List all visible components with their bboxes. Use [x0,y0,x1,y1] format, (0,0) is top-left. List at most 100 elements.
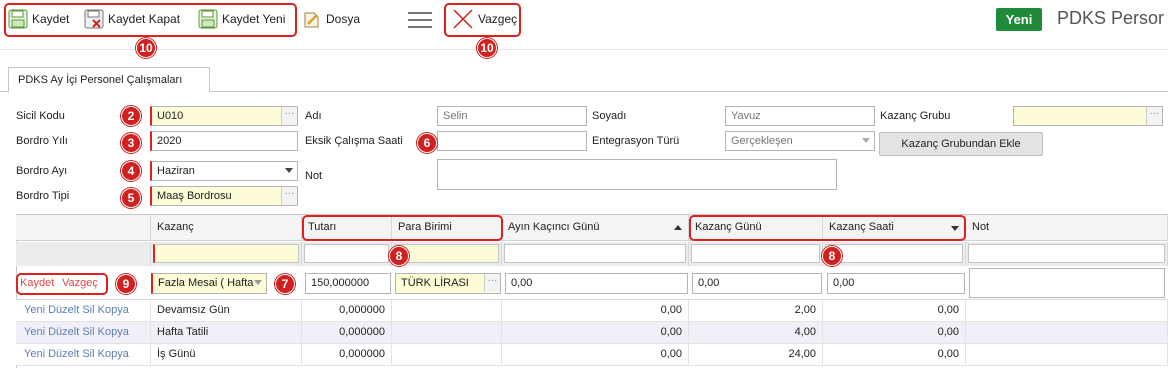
cell-ayin: 0,00 [502,300,689,321]
filter-ayin-input[interactable] [504,244,686,263]
eksik-label: Eksik Çalışma Saati [305,135,403,147]
cell-not [966,300,1168,321]
cell-kazanc: Hafta Tatili [151,322,302,343]
cell-kazanc: Devamsız Gün [151,300,302,321]
filter-cell-tutari [302,242,392,266]
row-copy-link[interactable]: Kopya [98,348,129,360]
column-header-actions [16,215,151,241]
kazanc-grubu-label: Kazanç Grubu [880,110,951,122]
edit-ayin-input[interactable]: 0,00 [505,273,688,294]
kazanc-grubu-field[interactable]: ··· [1013,106,1163,126]
file-button[interactable]: Dosya [302,8,360,30]
cell-ayin: 0,00 [502,344,689,365]
tab-personel-calismalari[interactable]: PDKS Ay İçi Personel Çalışmaları [8,67,210,93]
row-edit-link[interactable]: Düzelt [48,304,79,316]
not-label: Not [305,170,323,182]
cell-kazanc-gunu: 24,00 [689,344,823,365]
table-row[interactable]: Yeni Düzelt Sil Kopya Hafta Tatili 0,000… [16,322,1168,344]
chevron-down-icon [285,168,293,173]
yil-label: Bordro Yılı [16,135,68,147]
ay-select[interactable]: Haziran [150,161,298,181]
lookup-icon[interactable]: ··· [1146,107,1162,125]
not-textarea[interactable] [437,159,837,190]
edit-not-textarea[interactable] [969,268,1165,298]
cell-tutar: 0,000000 [302,322,392,343]
adi-field[interactable]: Selin [437,106,587,126]
file-icon [304,12,319,28]
cell-para [392,300,502,321]
row-delete-link[interactable]: Sil [82,348,94,360]
annotation-badge-8-day-hour: 8 [822,246,842,266]
edit-kazanc-gunu-input[interactable]: 0,00 [692,273,822,294]
filter-kazanc-saati-input[interactable] [825,244,963,263]
new-badge-button[interactable]: Yeni [996,8,1042,31]
lookup-icon[interactable]: ··· [484,274,500,292]
annotation-badge-2: 2 [121,106,141,126]
annotation-badge-9: 9 [116,274,136,294]
filter-cell-actions [16,242,151,266]
ay-label: Bordro Ayı [16,165,68,177]
cell-not [966,322,1168,343]
row-delete-link[interactable]: Sil [82,304,94,316]
eksik-field[interactable] [437,131,587,151]
row-new-link[interactable]: Yeni [24,348,45,360]
annotation-box-8-day-hour [689,215,966,241]
edit-tutar-input[interactable]: 150,000000 [305,273,391,294]
edit-kazanc-select[interactable]: Fazla Mesai ( Hafta [151,273,267,294]
lookup-icon[interactable]: ··· [281,187,297,205]
cell-para [392,344,502,365]
table-row[interactable]: Yeni Düzelt Sil Kopya Devamsız Gün 0,000… [16,300,1168,322]
app-title: PDKS Persor [1057,8,1165,28]
row-new-link[interactable]: Yeni [24,326,45,338]
table-row[interactable]: Yeni Düzelt Sil Kopya İş Günü 0,000000 0… [16,344,1168,366]
row-actions: Yeni Düzelt Sil Kopya [16,344,151,365]
edit-kazanc-saati-input[interactable]: 0,00 [827,273,965,294]
row-copy-link[interactable]: Kopya [98,326,129,338]
soyadi-field[interactable]: Yavuz [725,106,875,126]
filter-tutari-input[interactable] [304,244,389,263]
yil-field[interactable]: 2020 [150,131,298,151]
annotation-badge-10-save: 10 [136,38,156,58]
column-header-ayin-kacinci-gunu[interactable]: Ayın Kaçıncı Günü [502,215,689,241]
annotation-badge-8-amount: 8 [389,246,409,266]
row-actions: Yeni Düzelt Sil Kopya [16,300,151,321]
cell-para [392,322,502,343]
annotation-box-10-cancel [444,3,521,37]
soyadi-label: Soyadı [592,110,627,122]
filter-kazanc-gunu-input[interactable] [691,244,820,263]
annotation-badge-10-cancel: 10 [477,38,497,58]
entegrasyon-label: Entegrasyon Türü [592,135,680,147]
edit-para-field[interactable]: TÜRK LİRASI ··· [395,273,501,294]
kazanc-ekle-button[interactable]: Kazanç Grubundan Ekle [879,132,1043,156]
lookup-icon[interactable]: ··· [281,107,297,125]
file-label: Dosya [326,12,361,26]
column-header-not[interactable]: Not [966,215,1168,241]
sicil-value: U010 [157,110,184,122]
row-actions: Yeni Düzelt Sil Kopya [16,322,151,343]
filter-cell-kazanc-saati [823,242,966,266]
filter-not-input[interactable] [968,244,1165,263]
cell-kazanc-saati: 0,00 [823,322,966,343]
entegrasyon-select[interactable]: Gerçekleşen [725,131,875,151]
tip-field[interactable]: Maaş Bordrosu ··· [150,186,298,206]
row-delete-link[interactable]: Sil [82,326,94,338]
filter-kazanc-input[interactable] [153,244,299,263]
annotation-box-9 [16,273,108,295]
annotation-box-8-amount [302,215,503,241]
column-header-kazanc[interactable]: Kazanç [151,215,302,241]
menu-icon[interactable] [408,12,432,28]
sicil-field[interactable]: U010 ··· [150,106,298,126]
sort-asc-icon [674,225,682,230]
annotation-badge-7: 7 [275,274,295,294]
row-edit-link[interactable]: Düzelt [48,326,79,338]
annotation-badge-6: 6 [417,133,437,153]
row-copy-link[interactable]: Kopya [98,304,129,316]
filter-para-input[interactable] [394,244,499,263]
chevron-down-icon [862,138,870,143]
chevron-down-icon [254,280,262,285]
cell-tutar: 0,000000 [302,344,392,365]
row-new-link[interactable]: Yeni [24,304,45,316]
row-edit-link[interactable]: Düzelt [48,348,79,360]
cell-kazanc: İş Günü [151,344,302,365]
annotation-badge-5: 5 [121,188,141,208]
